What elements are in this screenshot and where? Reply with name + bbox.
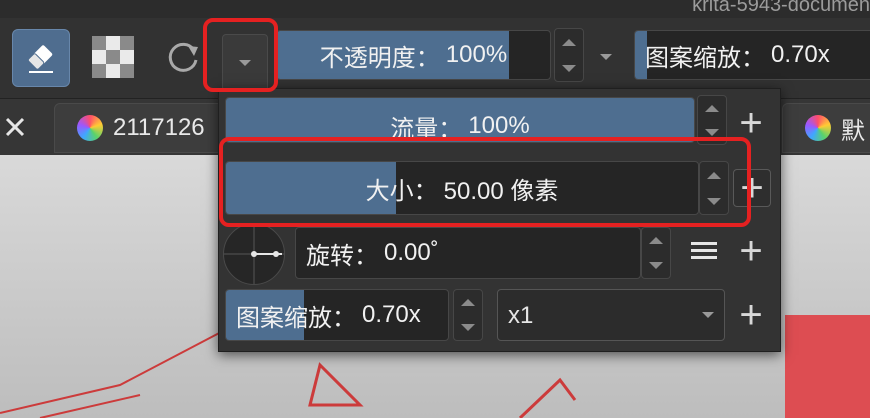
tab-label: 默 bbox=[841, 117, 865, 145]
spin-down-icon[interactable] bbox=[562, 64, 576, 72]
flow-spinner[interactable] bbox=[697, 95, 727, 145]
opacity-slider[interactable]: 不透明度： 100% bbox=[276, 30, 551, 80]
pattern-scale-value: 0.70x bbox=[771, 41, 830, 68]
rotation-value: 0.00˚ bbox=[384, 239, 439, 266]
spin-down-icon[interactable] bbox=[649, 262, 663, 269]
tool-options-toolbar: 不透明度： 100% 图案缩放： 0.70x bbox=[0, 18, 870, 98]
rotation-slider[interactable]: 旋转： 0.00˚ bbox=[295, 227, 641, 279]
pattern-scale-slider-toolbar[interactable]: 图案缩放： 0.70x bbox=[634, 30, 870, 80]
red-paint-area bbox=[785, 315, 870, 418]
pattern-scale-label: 图案缩放： bbox=[236, 304, 356, 332]
eraser-mode-button[interactable] bbox=[12, 29, 70, 87]
chevron-down-icon bbox=[600, 54, 612, 60]
menu-icon bbox=[691, 242, 717, 259]
add-rotation-button[interactable]: + bbox=[733, 229, 769, 273]
alpha-lock-icon bbox=[92, 36, 134, 78]
pattern-scale-spinner[interactable] bbox=[453, 289, 483, 341]
eraser-icon bbox=[27, 45, 53, 73]
color-wheel-icon bbox=[77, 115, 103, 141]
pattern-scale-slider[interactable]: 图案缩放： 0.70x bbox=[225, 289, 449, 341]
close-icon bbox=[5, 117, 25, 137]
flow-value: 100% bbox=[468, 112, 530, 139]
flow-label: 流量： bbox=[390, 115, 463, 143]
flow-slider[interactable]: 流量： 100% bbox=[225, 97, 695, 143]
size-spinner[interactable] bbox=[699, 161, 729, 215]
chevron-down-icon bbox=[702, 312, 714, 318]
spin-up-icon[interactable] bbox=[707, 171, 721, 179]
size-label: 大小： bbox=[365, 177, 438, 205]
add-flow-button[interactable]: + bbox=[733, 101, 769, 145]
spin-down-icon[interactable] bbox=[705, 128, 719, 136]
plus-icon: + bbox=[740, 166, 764, 210]
reload-preset-button[interactable] bbox=[155, 29, 211, 85]
plus-icon: + bbox=[739, 229, 763, 273]
preserve-alpha-button[interactable] bbox=[85, 29, 141, 85]
plus-icon: + bbox=[739, 293, 763, 337]
brush-settings-dropdown-button[interactable] bbox=[222, 34, 268, 92]
rotation-label: 旋转： bbox=[306, 242, 378, 270]
spin-up-icon[interactable] bbox=[562, 38, 576, 46]
pattern-scale-value: 0.70x bbox=[362, 301, 421, 328]
document-tab[interactable]: 默 bbox=[782, 103, 870, 153]
rotation-spinner[interactable] bbox=[641, 227, 671, 279]
menu-button[interactable] bbox=[691, 239, 717, 268]
spin-up-icon[interactable] bbox=[461, 299, 475, 306]
opacity-spinner[interactable] bbox=[554, 28, 584, 82]
title-bar: krita-5943-documen bbox=[0, 0, 870, 19]
spin-down-icon[interactable] bbox=[461, 324, 475, 331]
multiplier-combobox[interactable]: x1 bbox=[497, 289, 725, 341]
add-pattern-scale-button[interactable]: + bbox=[733, 293, 769, 337]
tab-label: 2117126 bbox=[113, 114, 205, 141]
add-size-button[interactable]: + bbox=[733, 166, 771, 210]
pattern-scale-label: 图案缩放： bbox=[645, 44, 765, 72]
color-wheel-icon bbox=[805, 115, 831, 141]
spin-up-icon[interactable] bbox=[649, 237, 663, 244]
opacity-label: 不透明度： bbox=[319, 44, 440, 72]
opacity-more-dropdown[interactable] bbox=[600, 54, 612, 60]
multiplier-value: x1 bbox=[508, 302, 534, 329]
size-slider[interactable]: 大小： 50.00 像素 bbox=[225, 161, 699, 215]
window-title: krita-5943-documen bbox=[692, 0, 870, 16]
spin-down-icon[interactable] bbox=[707, 197, 721, 205]
size-value: 50.00 像素 bbox=[443, 177, 559, 205]
plus-icon: + bbox=[739, 101, 763, 145]
rotation-dial-icon bbox=[224, 224, 284, 284]
chevron-down-icon bbox=[239, 60, 251, 66]
opacity-value: 100% bbox=[445, 41, 508, 68]
reset-icon bbox=[168, 42, 198, 72]
close-tab-button[interactable] bbox=[0, 109, 30, 145]
spin-up-icon[interactable] bbox=[705, 104, 719, 112]
rotation-dial[interactable] bbox=[223, 223, 285, 285]
brush-settings-popup: 流量： 100% + 大小： 50.00 像素 + 旋转： 0.00˚ + 图案… bbox=[218, 88, 781, 352]
